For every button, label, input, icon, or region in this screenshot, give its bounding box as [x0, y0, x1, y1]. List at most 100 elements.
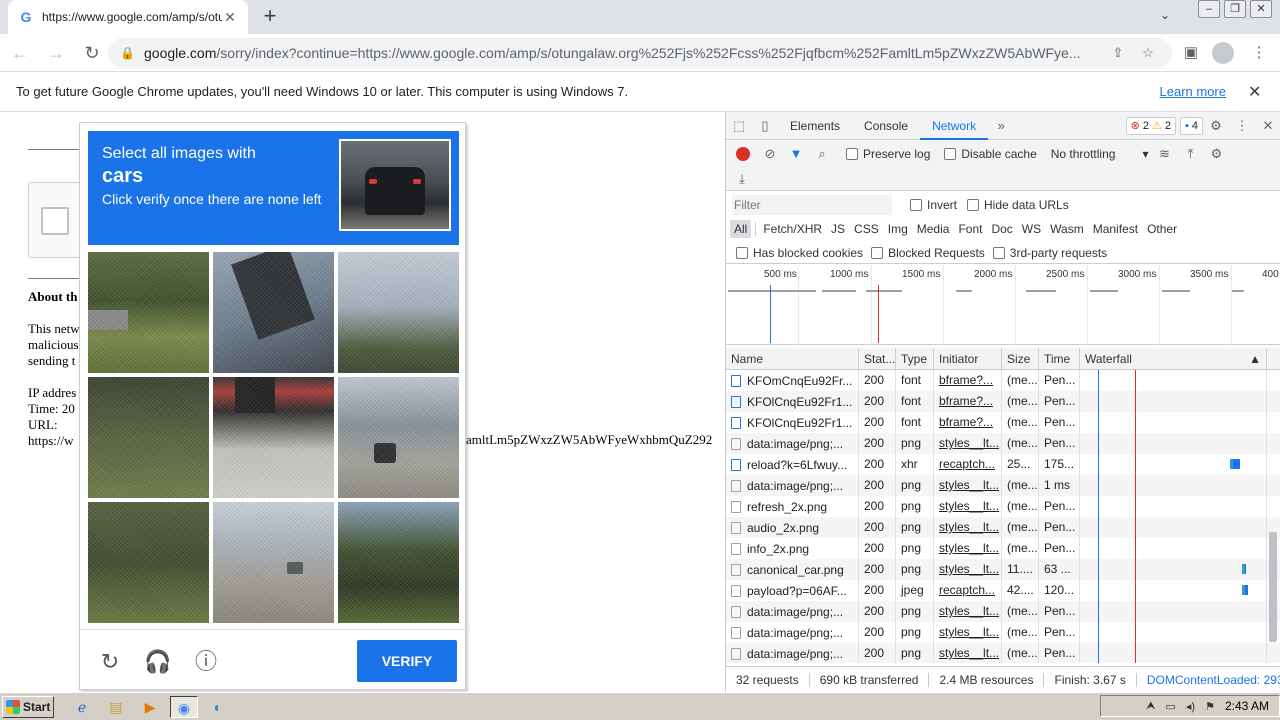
explorer-folder-icon[interactable]: ▤ — [102, 696, 130, 718]
table-row[interactable]: payload?p=06AF... 200 jpeg recaptch... 42...… — [726, 580, 1280, 601]
type-filter-media[interactable]: Media — [913, 220, 954, 238]
table-row[interactable]: data:image/png;... 200 png styles__lt... (me… — [726, 601, 1280, 622]
captcha-tile[interactable] — [88, 502, 209, 623]
type-filter-css[interactable]: CSS — [850, 220, 883, 238]
network-settings-icon[interactable]: ⚙ — [1206, 141, 1226, 167]
table-row[interactable]: data:image/png;... 200 png styles__lt... (me… — [726, 433, 1280, 454]
devtools-menu-icon[interactable]: ⋮ — [1229, 113, 1255, 139]
captcha-tile[interactable] — [88, 252, 209, 373]
request-initiator[interactable]: bframe?... — [934, 370, 1002, 391]
flag-tray-icon[interactable]: ⚑ — [1205, 700, 1215, 713]
column-header-initiator[interactable]: Initiator — [934, 348, 1002, 369]
clear-icon[interactable]: ⊘ — [760, 141, 780, 167]
column-header-size[interactable]: Size — [1002, 348, 1039, 369]
tray-arrow-icon[interactable]: ⮝ — [1146, 700, 1155, 713]
back-button[interactable]: ← — [4, 37, 36, 69]
disable-cache-checkbox[interactable]: Disable cache — [944, 147, 1037, 161]
type-filter-wasm[interactable]: Wasm — [1046, 220, 1088, 238]
browser-tab[interactable]: G https://www.google.com/amp/s/otu ✕ — [8, 0, 248, 34]
column-header-time[interactable]: Time — [1039, 348, 1080, 369]
minimize-button[interactable]: – — [1198, 0, 1220, 18]
request-initiator[interactable]: styles__lt... — [934, 559, 1002, 580]
chrome-icon[interactable]: ◉ — [170, 695, 198, 718]
request-initiator[interactable]: styles__lt... — [934, 496, 1002, 517]
table-row[interactable]: KFOlCnqEu92Fr1... 200 font bframe?... (me...… — [726, 412, 1280, 433]
infobar-close-icon[interactable]: ✕ — [1248, 82, 1264, 102]
table-row[interactable]: info_2x.png 200 png styles__lt... (me... Pen.… — [726, 538, 1280, 559]
request-initiator[interactable]: bframe?... — [934, 391, 1002, 412]
ie-icon[interactable]: ℯ — [68, 696, 96, 718]
table-row[interactable]: data:image/png;... 200 png styles__lt... (me… — [726, 622, 1280, 643]
messages-badge[interactable]: ▪ 4 — [1179, 116, 1203, 135]
table-row[interactable]: data:image/png;... 200 png styles__lt... (me… — [726, 475, 1280, 496]
table-row[interactable]: KFOlCnqEu92Fr1... 200 font bframe?... (me...… — [726, 391, 1280, 412]
type-filter-ws[interactable]: WS — [1018, 220, 1045, 238]
device-toolbar-icon[interactable]: ▯ — [752, 113, 778, 139]
type-filter-fetch-xhr[interactable]: Fetch/XHR — [759, 220, 826, 238]
has-blocked-cookies-checkbox[interactable]: Has blocked cookies — [736, 246, 863, 260]
lock-icon[interactable]: 🔒 — [120, 46, 135, 60]
column-header-type[interactable]: Type — [896, 348, 934, 369]
throttling-select[interactable]: No throttling ▾ — [1051, 147, 1149, 161]
request-initiator[interactable]: bframe?... — [934, 412, 1002, 433]
filter-input[interactable] — [732, 195, 892, 215]
invert-checkbox[interactable]: Invert — [910, 198, 957, 212]
window-close-button[interactable]: ✕ — [1250, 0, 1272, 18]
captcha-tile[interactable] — [88, 377, 209, 498]
new-tab-button[interactable]: + — [258, 4, 282, 28]
info-icon[interactable]: ⓘ — [192, 648, 220, 676]
type-filter-img[interactable]: Img — [884, 220, 912, 238]
side-panel-icon[interactable]: ▣ — [1178, 38, 1204, 68]
settings-gear-icon[interactable]: ⚙ — [1203, 113, 1229, 139]
forward-button[interactable]: → — [40, 37, 72, 69]
captcha-tile[interactable] — [213, 502, 334, 623]
column-header-waterfall[interactable]: Waterfall ▲ — [1080, 348, 1267, 369]
type-filter-manifest[interactable]: Manifest — [1089, 220, 1142, 238]
table-row[interactable]: canonical_car.png 200 png styles__lt... 11..… — [726, 559, 1280, 580]
type-filter-font[interactable]: Font — [954, 220, 986, 238]
export-har-icon[interactable]: ⤓ — [732, 166, 752, 192]
blocked-requests-checkbox[interactable]: Blocked Requests — [871, 246, 985, 260]
request-initiator[interactable]: styles__lt... — [934, 622, 1002, 643]
restore-button[interactable]: ❐ — [1224, 0, 1246, 18]
request-initiator[interactable]: styles__lt... — [934, 475, 1002, 496]
captcha-tile[interactable] — [338, 377, 459, 498]
share-icon[interactable]: ⇪ — [1106, 45, 1130, 61]
audio-challenge-icon[interactable]: 🎧 — [144, 648, 172, 676]
table-row[interactable]: data:image/png;... 200 png styles__lt... (me… — [726, 643, 1280, 663]
clock[interactable]: 2:43 AM — [1225, 699, 1269, 713]
table-row[interactable]: audio_2x.png 200 png styles__lt... (me... Pen… — [726, 517, 1280, 538]
third-party-checkbox[interactable]: 3rd-party requests — [992, 246, 1107, 260]
edge-icon[interactable]: ◐ — [204, 696, 232, 718]
type-filter-js[interactable]: JS — [827, 220, 849, 238]
hide-data-urls-checkbox[interactable]: Hide data URLs — [967, 198, 1069, 212]
address-bar[interactable]: 🔒 google.com/sorry/index?continue=https:… — [108, 38, 1172, 68]
table-row[interactable]: KFOmCnqEu92Fr... 200 font bframe?... (me... P… — [726, 370, 1280, 391]
type-filter-all[interactable]: All — [730, 220, 752, 238]
column-header-name[interactable]: Name — [726, 348, 859, 369]
scrollbar-thumb[interactable] — [1269, 532, 1277, 642]
tab-console[interactable]: Console — [852, 112, 920, 140]
type-filter-doc[interactable]: Doc — [987, 220, 1016, 238]
more-tabs-icon[interactable]: » — [988, 113, 1014, 139]
captcha-tile[interactable] — [213, 377, 334, 498]
verify-button[interactable]: VERIFY — [357, 640, 457, 682]
recaptcha-checkbox[interactable] — [41, 207, 69, 235]
issues-badge[interactable]: ⊗ 2 ⚠ 2 — [1125, 116, 1176, 135]
request-initiator[interactable]: styles__lt... — [934, 538, 1002, 559]
inspect-element-icon[interactable]: ⬚ — [726, 113, 752, 139]
filter-icon[interactable]: ▼ — [786, 141, 806, 167]
column-header-status[interactable]: Stat... — [859, 348, 896, 369]
devtools-close-icon[interactable]: ✕ — [1255, 113, 1280, 139]
start-button[interactable]: Start — [2, 695, 54, 718]
learn-more-link[interactable]: Learn more — [1160, 84, 1226, 99]
type-filter-other[interactable]: Other — [1143, 220, 1181, 238]
search-icon[interactable]: ⌕ — [812, 141, 832, 167]
request-initiator[interactable]: styles__lt... — [934, 643, 1002, 663]
profile-avatar[interactable] — [1212, 38, 1238, 68]
preserve-log-checkbox[interactable]: Preserve log — [846, 147, 930, 161]
captcha-tile[interactable] — [338, 502, 459, 623]
request-initiator[interactable]: recaptch... — [934, 454, 1002, 475]
media-player-icon[interactable]: ▶ — [136, 696, 164, 718]
table-scrollbar[interactable] — [1268, 372, 1278, 662]
